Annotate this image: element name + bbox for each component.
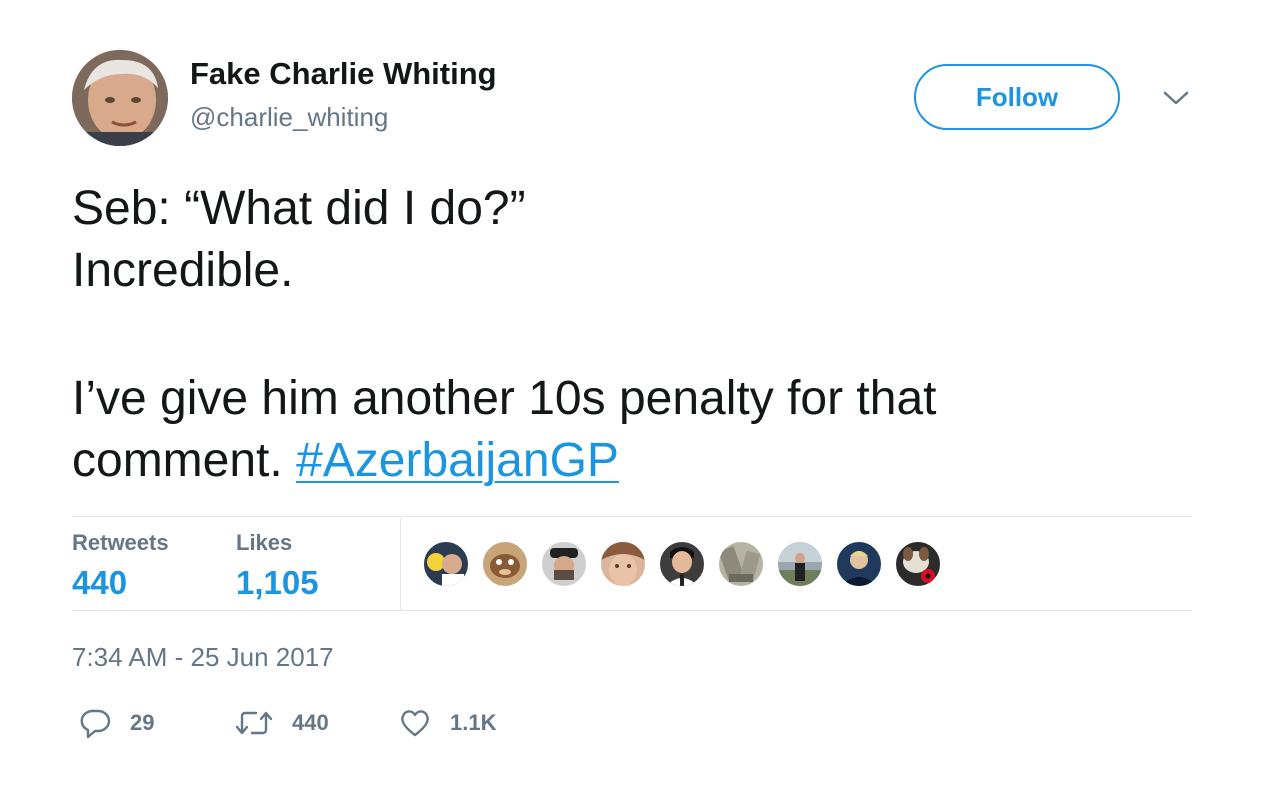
- tweet-line-4: comment. #AzerbaijanGP: [72, 430, 1172, 492]
- tweet-line-2: Incredible.: [72, 244, 294, 297]
- tweet-line-4-text: comment.: [72, 434, 297, 487]
- chevron-down-icon[interactable]: [1162, 88, 1190, 108]
- stats-divider: [400, 518, 401, 610]
- retweets-label: Retweets: [72, 530, 169, 555]
- divider-top: [72, 516, 1192, 517]
- likes-value: 1,105: [236, 564, 319, 601]
- liker-avatar-5[interactable]: [658, 540, 706, 588]
- liker-avatar-8[interactable]: [835, 540, 883, 588]
- author-avatar[interactable]: [72, 50, 168, 146]
- tweet-line-3: I’ve give him another 10s penalty for th…: [72, 372, 937, 425]
- tweet-timestamp[interactable]: 7:34 AM - 25 Jun 2017: [72, 642, 334, 673]
- liker-avatar-1[interactable]: [422, 540, 470, 588]
- author-handle[interactable]: @charlie_whiting: [190, 102, 388, 133]
- liker-avatar-6[interactable]: [717, 540, 765, 588]
- liker-avatar-3[interactable]: [540, 540, 588, 588]
- tweet-text: Seb: “What did I do?” Incredible. I’ve g…: [72, 178, 1172, 492]
- liker-avatar-4[interactable]: [599, 540, 647, 588]
- reply-button[interactable]: 29: [78, 706, 154, 740]
- speech-bubble-icon: [80, 709, 111, 739]
- divider-bottom: [72, 610, 1192, 611]
- retweet-button[interactable]: 440: [234, 706, 329, 740]
- follow-button[interactable]: Follow: [914, 64, 1120, 130]
- retweet-arrows-icon: [235, 711, 273, 735]
- liker-avatar-2[interactable]: [481, 540, 529, 588]
- liker-avatar-7[interactable]: [776, 540, 824, 588]
- avatar-photo: [72, 50, 168, 146]
- retweet-count: 440: [292, 710, 329, 735]
- tweet-line-1: Seb: “What did I do?”: [72, 182, 526, 235]
- heart-icon: [401, 710, 429, 737]
- hashtag-link[interactable]: #AzerbaijanGP: [296, 434, 619, 487]
- likes-label: Likes: [236, 530, 293, 555]
- like-count: 1.1K: [450, 710, 497, 735]
- retweets-stat[interactable]: Retweets 440: [72, 530, 169, 602]
- author-name[interactable]: Fake Charlie Whiting: [190, 56, 497, 92]
- liker-avatar-9[interactable]: [894, 540, 942, 588]
- retweets-value: 440: [72, 564, 128, 601]
- reply-count: 29: [130, 710, 155, 735]
- likes-stat[interactable]: Likes 1,105: [236, 530, 319, 602]
- like-button[interactable]: 1.1K: [398, 706, 496, 740]
